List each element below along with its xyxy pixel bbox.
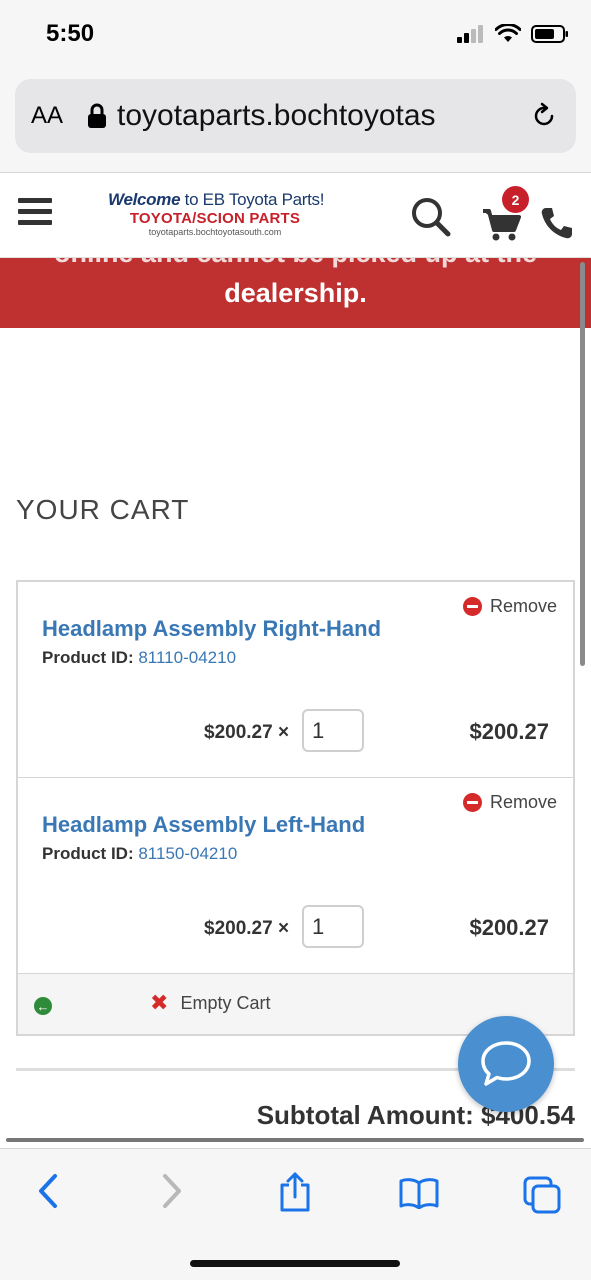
cart-icon[interactable] <box>482 208 522 242</box>
status-time: 5:50 <box>46 20 95 47</box>
empty-cart-label: Empty Cart <box>180 992 271 1013</box>
battery-icon <box>531 25 568 43</box>
home-indicator <box>190 1260 400 1267</box>
page-scrollbar[interactable] <box>580 262 585 666</box>
logo-brand-line: TOYOTA/SCION PARTS <box>129 210 301 227</box>
quantity-input[interactable] <box>302 905 364 948</box>
menu-icon[interactable] <box>18 198 52 228</box>
cart-title: YOUR CART <box>16 494 190 525</box>
quantity-input[interactable] <box>302 709 364 752</box>
banner-text: dealership. <box>224 278 367 308</box>
empty-cart-button[interactable]: ✖ Empty Cart <box>150 992 270 1014</box>
reload-icon[interactable] <box>530 102 558 130</box>
chat-button[interactable] <box>458 1016 554 1112</box>
remove-item-button[interactable]: Remove <box>462 792 557 813</box>
remove-label: Remove <box>489 596 557 616</box>
cellular-signal-icon <box>457 25 483 43</box>
browser-address-area: AA toyotaparts.bochtoyotas <box>0 70 591 173</box>
cart-container: Remove Headlamp Assembly Right-Hand Prod… <box>16 580 575 1036</box>
remove-label: Remove <box>489 792 557 812</box>
status-icons <box>457 24 569 44</box>
status-bar: 5:50 <box>0 0 591 70</box>
logo-welcome-line: Welcome to EB Toyota Parts! <box>108 190 325 209</box>
item-product-id: Product ID: 81110-04210 <box>42 648 237 667</box>
banner-partial-text: online and cannot be picked up at the <box>0 258 591 269</box>
site-logo[interactable]: Welcome to EB Toyota Parts! TOYOTA/SCION… <box>108 190 325 237</box>
search-icon[interactable] <box>410 196 452 238</box>
close-icon: ✖ <box>150 990 169 1015</box>
forward-icon[interactable] <box>160 1173 184 1209</box>
chat-bubble-icon <box>481 1041 531 1086</box>
notice-banner: online and cannot be picked up at the de… <box>0 258 591 328</box>
share-icon[interactable] <box>278 1171 312 1213</box>
remove-icon <box>462 793 482 812</box>
tabs-icon[interactable] <box>522 1175 564 1215</box>
item-line-total: $200.27 <box>469 719 549 744</box>
continue-shopping-icon[interactable]: ← <box>34 997 52 1015</box>
remove-item-button[interactable]: Remove <box>462 596 557 617</box>
logo-domain: toyotaparts.bochtoyotasouth.com <box>148 227 282 237</box>
cart-item: Remove Headlamp Assembly Right-Hand Prod… <box>18 582 573 778</box>
item-name-link[interactable]: Headlamp Assembly Left-Hand <box>42 812 365 838</box>
phone-icon[interactable] <box>540 206 574 240</box>
cart-count-badge: 2 <box>502 186 529 213</box>
item-name-link[interactable]: Headlamp Assembly Right-Hand <box>42 616 381 642</box>
item-unit-price: $200.27 × <box>204 918 290 939</box>
remove-icon <box>462 597 482 616</box>
item-line-total: $200.27 <box>469 915 549 940</box>
back-icon[interactable] <box>36 1173 60 1209</box>
wifi-icon <box>495 24 521 42</box>
item-product-id: Product ID: 81150-04210 <box>42 844 238 863</box>
horizontal-scroll-indicator <box>6 1138 584 1142</box>
item-unit-price: $200.27 × <box>204 722 290 743</box>
bookmarks-icon[interactable] <box>398 1177 440 1209</box>
cart-item: Remove Headlamp Assembly Left-Hand Produ… <box>18 778 573 974</box>
reader-settings-button[interactable]: AA <box>31 102 63 130</box>
lock-icon <box>88 103 107 128</box>
address-bar[interactable]: AA toyotaparts.bochtoyotas <box>15 79 576 153</box>
url-text[interactable]: toyotaparts.bochtoyotas <box>117 99 502 133</box>
